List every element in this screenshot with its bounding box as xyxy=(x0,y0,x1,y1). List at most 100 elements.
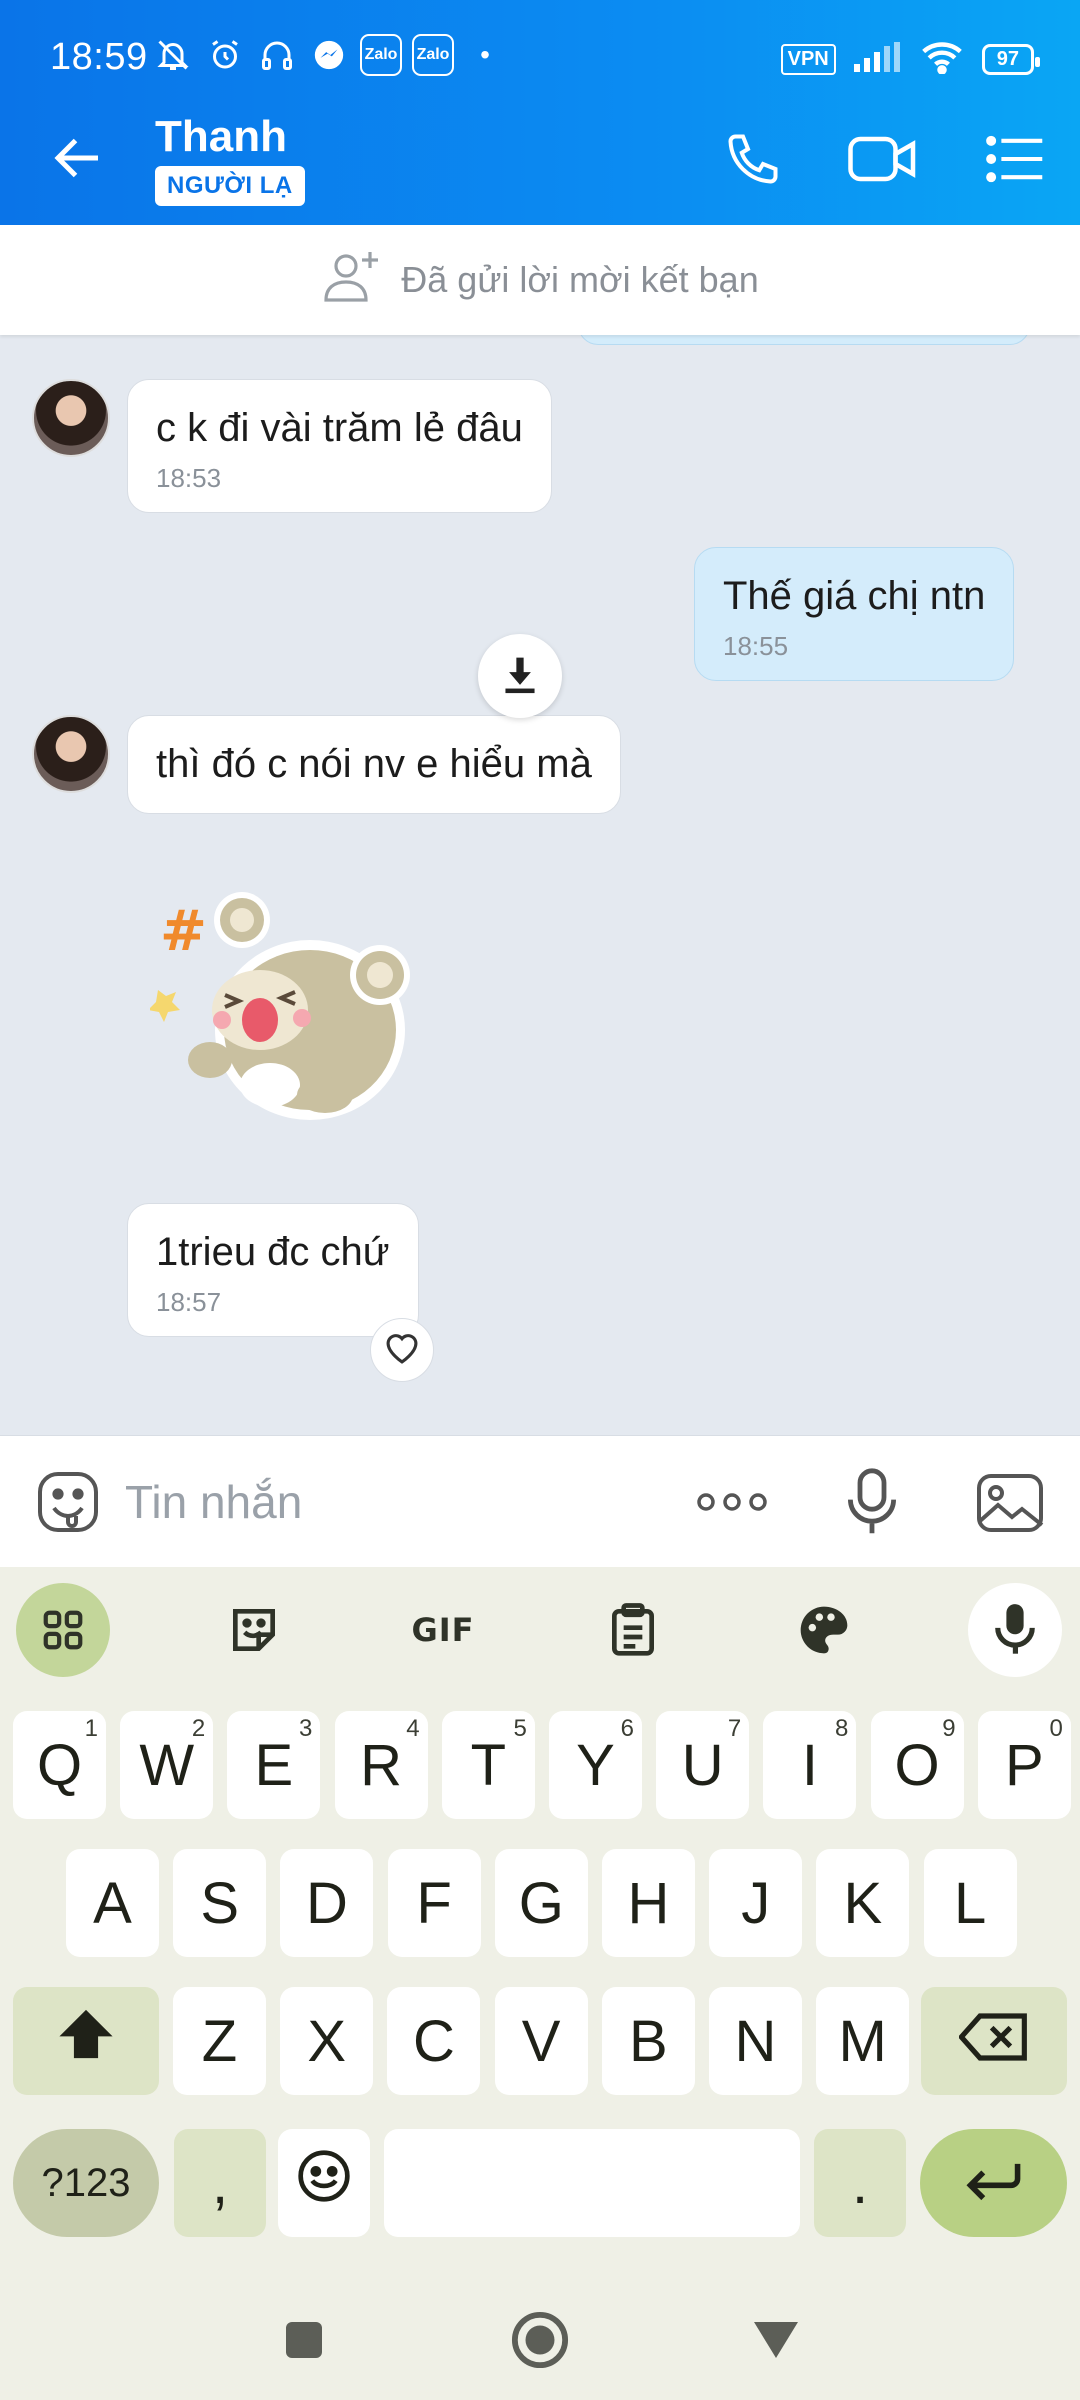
key-number-hint: 9 xyxy=(942,1715,956,1742)
video-call-icon[interactable] xyxy=(848,124,918,194)
back-arrow-icon[interactable] xyxy=(48,128,108,188)
key-f[interactable]: F xyxy=(387,1849,481,1957)
key-e[interactable]: E3 xyxy=(227,1711,321,1819)
message-bubble[interactable]: thì đó c nói nv e hiểu mà xyxy=(127,715,621,814)
key-r[interactable]: R4 xyxy=(334,1711,428,1819)
key-q[interactable]: Q1 xyxy=(13,1711,106,1819)
key-y[interactable]: Y6 xyxy=(549,1711,642,1819)
message-bubble-mine[interactable]: Thế giá chị ntn 18:55 xyxy=(694,547,1015,681)
keyboard-apps-icon[interactable] xyxy=(16,1583,110,1677)
more-notifications-dot: • xyxy=(480,39,490,70)
gif-button[interactable]: GIF xyxy=(396,1583,490,1677)
key-n[interactable]: N xyxy=(709,1987,802,2095)
key-label: D xyxy=(305,1870,348,1936)
key-u[interactable]: U7 xyxy=(656,1711,750,1819)
key-c[interactable]: C xyxy=(387,1987,481,2095)
zalo-icon: Zalo xyxy=(360,34,402,76)
key-number-hint: 8 xyxy=(835,1715,849,1742)
key-label: G xyxy=(518,1870,564,1936)
key-label: K xyxy=(843,1870,883,1936)
enter-arrow-icon xyxy=(964,2150,1024,2217)
key-l[interactable]: L xyxy=(923,1849,1017,1957)
key-v[interactable]: V xyxy=(494,1987,588,2095)
key-z[interactable]: Z xyxy=(173,1987,266,2095)
bear-sticker[interactable]: # xyxy=(148,880,440,1130)
comma-key[interactable]: , xyxy=(174,2129,266,2237)
key-s[interactable]: S xyxy=(173,1849,267,1957)
key-label: A xyxy=(93,1870,132,1936)
key-label: M xyxy=(838,2008,887,2074)
key-number-hint: 5 xyxy=(513,1715,527,1742)
keyboard-toolbar: GIF xyxy=(0,1567,1080,1687)
key-label: U xyxy=(681,1732,724,1798)
key-label: P xyxy=(1004,1732,1044,1798)
key-label: C xyxy=(412,2008,455,2074)
friend-request-banner[interactable]: Đã gửi lời mời kết bạn xyxy=(0,225,1080,335)
avatar[interactable] xyxy=(32,379,110,457)
period-key[interactable]: . xyxy=(814,2129,906,2237)
key-d[interactable]: D xyxy=(280,1849,374,1957)
gif-label: GIF xyxy=(411,1611,475,1649)
message-time: 18:57 xyxy=(156,1287,222,1317)
contact-name[interactable]: Thanh xyxy=(155,112,287,162)
key-i[interactable]: I8 xyxy=(763,1711,857,1819)
sticker-icon[interactable] xyxy=(207,1583,301,1677)
key-m[interactable]: M xyxy=(816,1987,910,2095)
theme-palette-icon[interactable] xyxy=(777,1583,871,1677)
home-circle-icon[interactable] xyxy=(508,2308,572,2372)
key-label: O xyxy=(894,1732,940,1798)
key-label: Q xyxy=(36,1732,83,1798)
avatar[interactable] xyxy=(32,715,110,793)
status-time: 18:59 xyxy=(50,36,148,78)
clipboard-icon[interactable] xyxy=(586,1583,680,1677)
previous-message-bubble xyxy=(578,335,1030,345)
image-picker-icon[interactable] xyxy=(976,1472,1044,1534)
shift-key[interactable] xyxy=(13,1987,159,2095)
key-w[interactable]: W2 xyxy=(120,1711,214,1819)
zalo-icon: Zalo xyxy=(412,34,454,76)
message-bubble[interactable]: c k đi vài trăm lẻ đâu 18:53 xyxy=(127,379,552,513)
key-t[interactable]: T5 xyxy=(441,1711,535,1819)
keyboard-voice-icon[interactable] xyxy=(968,1583,1062,1677)
notification-icons: Zalo Zalo • xyxy=(152,34,506,76)
shift-icon xyxy=(57,2007,115,2075)
key-label: V xyxy=(521,2008,561,2074)
key-k[interactable]: K xyxy=(816,1849,910,1957)
key-b[interactable]: B xyxy=(601,1987,695,2095)
stranger-badge: NGƯỜI LẠ xyxy=(155,166,305,206)
key-label: T xyxy=(470,1732,507,1798)
voice-message-icon[interactable] xyxy=(842,1466,902,1538)
menu-list-icon[interactable] xyxy=(980,124,1050,194)
enter-key[interactable] xyxy=(920,2129,1067,2237)
react-heart-button[interactable] xyxy=(370,1318,434,1382)
space-key[interactable] xyxy=(384,2129,800,2237)
key-j[interactable]: J xyxy=(709,1849,803,1957)
message-list[interactable]: c k đi vài trăm lẻ đâu 18:53 Thế giá chị… xyxy=(0,335,1080,1435)
recents-square-icon[interactable] xyxy=(272,2308,336,2372)
chat-header: Thanh NGƯỜI LẠ xyxy=(0,92,1080,225)
sticker-emoji-icon[interactable] xyxy=(36,1470,100,1534)
download-button[interactable] xyxy=(478,634,562,718)
key-x[interactable]: X xyxy=(280,1987,374,2095)
emoji-key[interactable] xyxy=(278,2129,370,2237)
key-a[interactable]: A xyxy=(66,1849,159,1957)
svg-text:#: # xyxy=(160,899,207,964)
message-time: 18:55 xyxy=(723,631,789,661)
key-o[interactable]: O9 xyxy=(870,1711,964,1819)
key-h[interactable]: H xyxy=(602,1849,695,1957)
message-bubble[interactable]: 1trieu đc chứ 18:57 xyxy=(127,1203,419,1337)
message-input[interactable] xyxy=(125,1472,625,1532)
key-label: J xyxy=(741,1870,771,1936)
symbols-key[interactable]: ?123 xyxy=(13,2129,159,2237)
key-g[interactable]: G xyxy=(494,1849,588,1957)
key-label: E xyxy=(254,1732,294,1798)
back-triangle-icon[interactable] xyxy=(744,2308,808,2372)
key-label: Y xyxy=(576,1732,615,1798)
backspace-key[interactable] xyxy=(921,1987,1067,2095)
message-text: 1trieu đc chứ xyxy=(156,1230,390,1274)
key-label: N xyxy=(734,2008,777,2074)
key-p[interactable]: P0 xyxy=(977,1711,1071,1819)
key-number-hint: 0 xyxy=(1049,1715,1063,1742)
phone-call-icon[interactable] xyxy=(718,124,788,194)
more-options-icon[interactable] xyxy=(692,1482,772,1522)
